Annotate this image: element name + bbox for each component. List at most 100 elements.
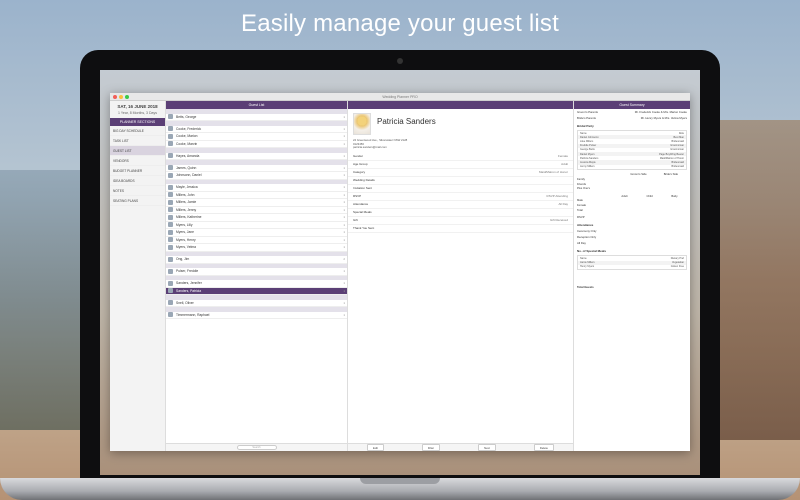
sidebar-item[interactable]: IDEA BOARDS	[110, 176, 165, 186]
guest-avatar-icon	[168, 300, 173, 306]
sidebar-item[interactable]: SEATING PLANS	[110, 196, 165, 206]
guest-name-cell: Cooke, Marvin	[176, 141, 198, 146]
parents-section: Groom's Parents Mr. Frederick Cooke & Mrs…	[574, 109, 690, 121]
guest-row[interactable]: Mayle, Jessica 1	[166, 184, 347, 192]
attendance-label: All Day	[577, 241, 586, 246]
guest-count-cell: 1	[343, 114, 345, 119]
sidebar-item[interactable]: BIG DAY SCHEDULE	[110, 126, 165, 136]
age-cell	[637, 204, 662, 207]
total-guests-label: Total Guests	[577, 285, 594, 289]
guest-row[interactable]: Cooke, Marvin 1	[166, 141, 347, 148]
guest-name-cell: Millers, Jamie	[176, 200, 197, 205]
sides-cell	[622, 178, 654, 181]
age-cell	[612, 199, 637, 202]
detail-button[interactable]: Filter	[421, 444, 441, 451]
address-line: patricia.sanders@mail.com	[353, 145, 387, 150]
guest-row[interactable]: Myers, Henry 1	[166, 237, 347, 244]
sidebar-item[interactable]: BUDGET PLANNER	[110, 166, 165, 176]
search-input[interactable]: Search	[236, 445, 277, 450]
party-name: Daniel Myers	[580, 152, 595, 156]
guest-row[interactable]: Pulser, Freddie 1	[166, 268, 347, 276]
guest-avatar-icon	[168, 207, 173, 213]
detail-field: Category Maid/Matron of Honor	[348, 169, 573, 177]
parents-label: Groom's Parents	[577, 110, 598, 114]
guest-row[interactable]: Hayes, Amanda 1	[166, 153, 347, 160]
meal-name: Name	[580, 257, 587, 261]
close-button[interactable]	[113, 95, 117, 99]
guest-row[interactable]: Sanders, Patricia 1	[166, 287, 347, 295]
sidebar-nav: BIG DAY SCHEDULE TASK LIST GUEST LIST VENDO…	[110, 126, 165, 206]
guest-row[interactable]: Johnsonn, Daniel 1	[166, 172, 347, 180]
guest-row[interactable]: Betts, George 1	[166, 114, 347, 121]
guest-row[interactable]: Timmermann, Raphael 1	[166, 312, 347, 319]
guest-row[interactable]: Millers, Katherine 1	[166, 214, 347, 222]
laptop-notch	[360, 478, 440, 484]
guest-avatar-icon	[168, 288, 173, 294]
guest-row[interactable]: Sanders, Jennifer 1	[166, 280, 347, 288]
sides-col-header	[577, 173, 622, 176]
sidebar: SAT, 16 JUNE 2018 1 Year, 8 Months, 3 Da…	[110, 101, 166, 451]
age-cell	[637, 209, 662, 212]
guest-count-cell: 1	[343, 215, 345, 220]
age-cell: Male	[577, 199, 583, 203]
party-role: Bridesmaid	[671, 160, 684, 164]
age-col-header: Child	[646, 194, 653, 198]
guest-row[interactable]: Millers, Jenny 1	[166, 207, 347, 214]
field-label: Gift	[353, 218, 358, 223]
summary-header: Guest Summary	[574, 101, 690, 109]
party-name: Lilee Millers	[580, 139, 594, 143]
party-role: Role	[678, 131, 684, 135]
guest-avatar-icon	[168, 199, 173, 205]
guest-row[interactable]: Myers, Velma 1	[166, 244, 347, 252]
guest-row[interactable]: Snell, Oliver 1	[166, 300, 347, 307]
attendance-table: Ceremony Only Reception Only All Day	[574, 228, 690, 246]
guest-avatar-icon	[168, 114, 173, 120]
age-cell	[612, 209, 637, 212]
field-value: Gift Received	[549, 218, 568, 223]
guest-avatar-icon	[168, 222, 173, 228]
sidebar-section-header: PLANNER SECTIONS	[110, 118, 165, 126]
detail-button[interactable]: Next	[478, 444, 496, 451]
attendance-title: Attendance	[577, 223, 594, 228]
guest-count-cell: 1	[343, 207, 345, 212]
detail-button[interactable]: Delete	[533, 444, 554, 451]
guest-row[interactable]: James, Quinn 1	[166, 165, 347, 172]
guest-avatar-icon	[168, 268, 173, 274]
sides-cell: Plus One's	[577, 187, 590, 191]
sides-row: Plus One's	[574, 186, 690, 191]
guest-name-cell: Cooke, Marion	[176, 134, 198, 139]
guest-name-cell: Millers, Jenny	[176, 207, 197, 212]
guest-avatar-icon	[168, 141, 173, 147]
sides-cell	[622, 183, 654, 186]
detail-button[interactable]: Edit	[367, 444, 384, 451]
guest-count-cell: 1	[343, 230, 345, 235]
laptop-bezel: Wedding Planner PRO SAT, 16 JUNE 2018 1 …	[80, 50, 720, 480]
guest-row[interactable]: Myers, Lilly 1	[166, 222, 347, 229]
detail-field: Age Group Adult	[348, 161, 573, 169]
guest-count-cell: 1	[343, 200, 345, 205]
guest-count-cell: 1	[343, 153, 345, 158]
sidebar-item[interactable]: GUEST LIST	[110, 146, 165, 156]
party-name: Daniel Johnsonn	[580, 135, 599, 139]
sidebar-item[interactable]: NOTES	[110, 186, 165, 196]
guest-row[interactable]: Millers, Jamie 1	[166, 199, 347, 207]
guest-row[interactable]: Millers, John 1	[166, 192, 347, 199]
field-label: Thank You Sent	[353, 226, 375, 231]
zoom-button[interactable]	[125, 95, 129, 99]
sidebar-item[interactable]: TASK LIST	[110, 136, 165, 146]
sidebar-item[interactable]: VENDORS	[110, 156, 165, 166]
guest-row[interactable]: Myers, Jane 1	[166, 229, 347, 237]
detail-field: Thank You Sent	[348, 225, 573, 233]
field-label: Special Meals	[353, 210, 372, 215]
field-label: Wedding Details	[353, 178, 375, 183]
field-value: Maid/Matron of Honor	[538, 170, 568, 175]
guest-row[interactable]: Ong, Jim 2	[166, 256, 347, 264]
guest-row[interactable]: Cooke, Marion 1	[166, 133, 347, 141]
bridal-party-table: Name Role Daniel Johnsonn Best Man Lilee Mil…	[577, 130, 687, 170]
minimize-button[interactable]	[119, 95, 123, 99]
guest-row[interactable]: Cooke, Frederick 1	[166, 126, 347, 133]
detail-field: Invitation Sent	[348, 185, 573, 193]
guest-count-cell: 1	[343, 141, 345, 146]
field-label: Category	[353, 170, 366, 175]
party-role: Bridesmaid	[671, 165, 684, 169]
